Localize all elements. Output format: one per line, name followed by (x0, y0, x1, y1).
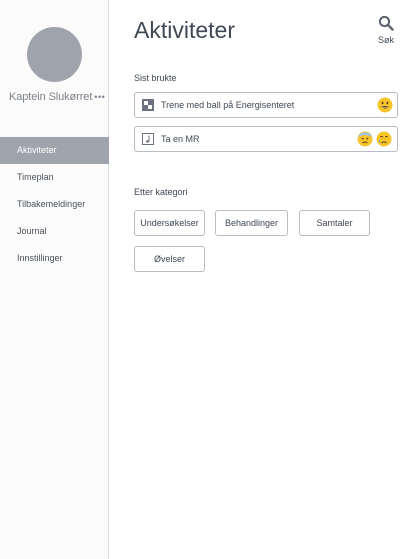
sidebar: Kaptein Slukørret ••• Aktiviteter Timepla… (0, 0, 109, 559)
recent-activity-label: Ta en MR (161, 134, 200, 144)
category-button-behandlinger[interactable]: Behandlinger (215, 210, 288, 236)
sidebar-item-journal[interactable]: Journal (0, 218, 109, 245)
category-section-label: Etter kategori (134, 187, 188, 197)
grinning-face-emoji (377, 97, 393, 113)
recent-activity-label: Trene med ball på Energisenteret (161, 100, 295, 110)
recent-section-label: Sist brukte (134, 73, 177, 83)
recent-activity-card[interactable]: Ta en MR (134, 126, 398, 152)
search-button[interactable]: Søk (374, 15, 398, 49)
category-button-ovelser[interactable]: Øvelser (134, 246, 205, 272)
sidebar-nav: Aktiviteter Timeplan Tilbakemeldinger Jo… (0, 137, 109, 272)
sidebar-item-timeplan[interactable]: Timeplan (0, 164, 109, 191)
sidebar-item-innstillinger[interactable]: Innstillinger (0, 245, 109, 272)
checker-icon (142, 99, 154, 111)
anxious-face-emoji (357, 131, 373, 147)
profile-name[interactable]: Kaptein Slukørret ••• (9, 91, 109, 103)
recent-activity-card[interactable]: Trene med ball på Energisenteret (134, 92, 398, 118)
page-title: Aktiviteter (134, 17, 235, 43)
search-icon (378, 15, 394, 31)
avatar[interactable] (27, 27, 82, 82)
search-label: Søk (377, 35, 394, 45)
sidebar-item-aktiviteter[interactable]: Aktiviteter (0, 137, 109, 164)
crying-face-emoji (376, 131, 392, 147)
main-content: Aktiviteter Søk Sist brukte Trene med ba… (110, 0, 418, 559)
music-note-icon (142, 133, 154, 145)
category-button-samtaler[interactable]: Samtaler (299, 210, 370, 236)
category-button-undersokelser[interactable]: Undersøkelser (134, 210, 205, 236)
more-icon[interactable]: ••• (94, 92, 105, 102)
profile-name-label: Kaptein Slukørret (9, 91, 93, 103)
sidebar-item-tilbakemeldinger[interactable]: Tilbakemeldinger (0, 191, 109, 218)
